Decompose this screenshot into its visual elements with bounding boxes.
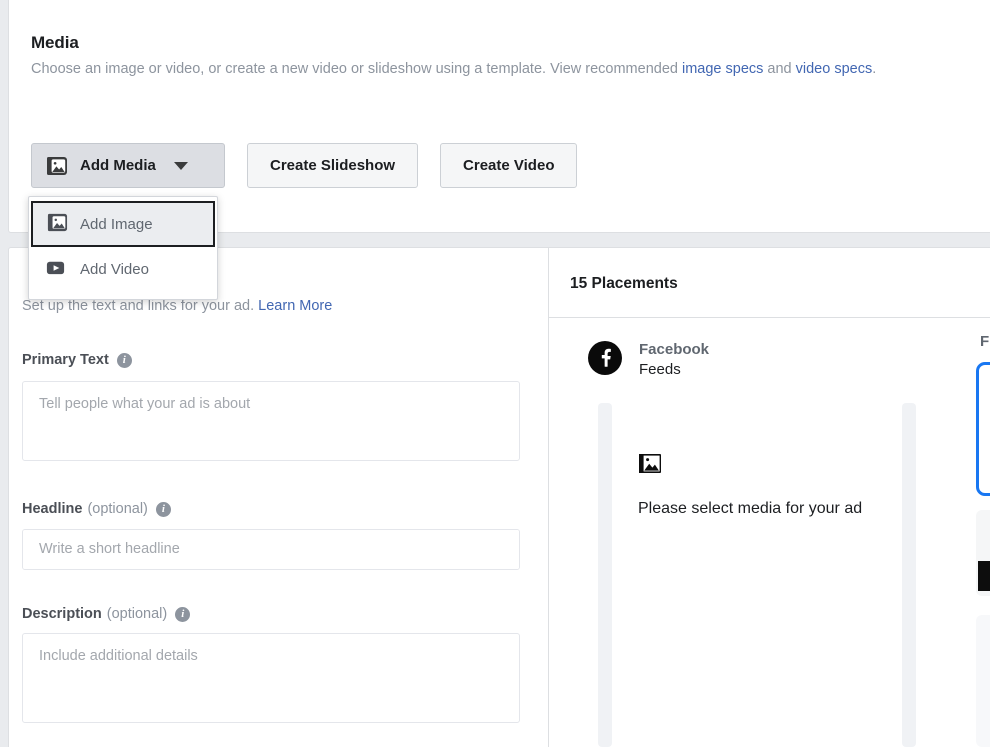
ad-preview: Please select media for your ad [598, 403, 916, 747]
learn-more-link[interactable]: Learn More [258, 298, 332, 314]
media-description: Choose an image or video, or create a ne… [31, 60, 876, 78]
adjacent-preview-selected[interactable] [976, 362, 990, 496]
ad-text-subtitle-text: Set up the text and links for your ad. [22, 298, 259, 314]
menu-item-add-video[interactable]: Add Video [31, 247, 215, 291]
image-icon [46, 155, 68, 177]
info-icon[interactable]: i [155, 501, 171, 517]
headline-optional-text: (optional) [87, 501, 148, 517]
primary-text-input[interactable] [22, 381, 520, 461]
placements-divider [549, 317, 990, 318]
add-media-dropdown-menu: Add Image Add Video [28, 196, 218, 300]
facebook-icon [588, 340, 622, 380]
placement-labels: Facebook Feeds [639, 340, 709, 380]
image-specs-link[interactable]: image specs [682, 61, 763, 77]
primary-text-label-text: Primary Text [22, 352, 109, 368]
add-media-button-label: Add Media [80, 157, 156, 174]
video-specs-link[interactable]: video specs [796, 61, 873, 77]
placement-facebook-feeds[interactable]: Facebook Feeds [588, 340, 709, 380]
page-root: Media Choose an image or video, or creat… [0, 0, 990, 747]
image-placeholder-icon [638, 451, 902, 480]
placement-platform-name: Facebook [639, 341, 710, 358]
description-label-text: Description [22, 606, 102, 622]
media-description-text-3: . [872, 61, 877, 77]
adjacent-placement-column: F [964, 330, 990, 747]
info-icon[interactable]: i [116, 352, 132, 368]
media-buttons-row: Add Media Create Slideshow Create Video [31, 143, 578, 188]
add-media-button[interactable]: Add Media [31, 143, 225, 188]
media-description-text-1: Choose an image or video, or create a ne… [31, 61, 682, 77]
preview-rail-left [598, 403, 612, 747]
menu-item-add-video-label: Add Video [80, 260, 149, 278]
create-video-button-label: Create Video [463, 157, 555, 174]
create-slideshow-button[interactable]: Create Slideshow [247, 143, 419, 188]
preview-empty-state: Please select media for your ad [612, 403, 902, 747]
menu-item-add-image-label: Add Image [80, 215, 153, 233]
panel-divider [548, 248, 549, 747]
info-icon[interactable]: i [175, 606, 191, 622]
adjacent-preview-card-2[interactable] [976, 615, 990, 747]
media-description-text-2: and [763, 61, 796, 77]
placement-name: Feeds [639, 361, 681, 378]
create-slideshow-button-label: Create Slideshow [270, 157, 396, 174]
menu-item-add-image[interactable]: Add Image [31, 201, 215, 247]
description-label: Description (optional) i [22, 606, 191, 622]
preview-rail-right [902, 403, 916, 747]
video-icon [45, 257, 66, 282]
adjacent-placement-label: F [980, 333, 990, 350]
page-title: Media [31, 33, 79, 52]
description-input[interactable] [22, 633, 520, 723]
preview-empty-message: Please select media for your ad [638, 500, 863, 517]
headline-input[interactable] [22, 529, 520, 570]
ad-text-subtitle: Set up the text and links for your ad. L… [22, 298, 332, 314]
headline-label: Headline (optional) i [22, 501, 171, 517]
headline-label-text: Headline [22, 501, 83, 517]
create-video-button[interactable]: Create Video [440, 143, 578, 188]
chevron-down-icon [173, 161, 188, 170]
adjacent-media-block [978, 561, 990, 591]
placements-title: 15 Placements [570, 275, 678, 292]
primary-text-label: Primary Text i [22, 352, 132, 368]
image-icon [47, 212, 68, 237]
description-optional-text: (optional) [106, 606, 168, 622]
